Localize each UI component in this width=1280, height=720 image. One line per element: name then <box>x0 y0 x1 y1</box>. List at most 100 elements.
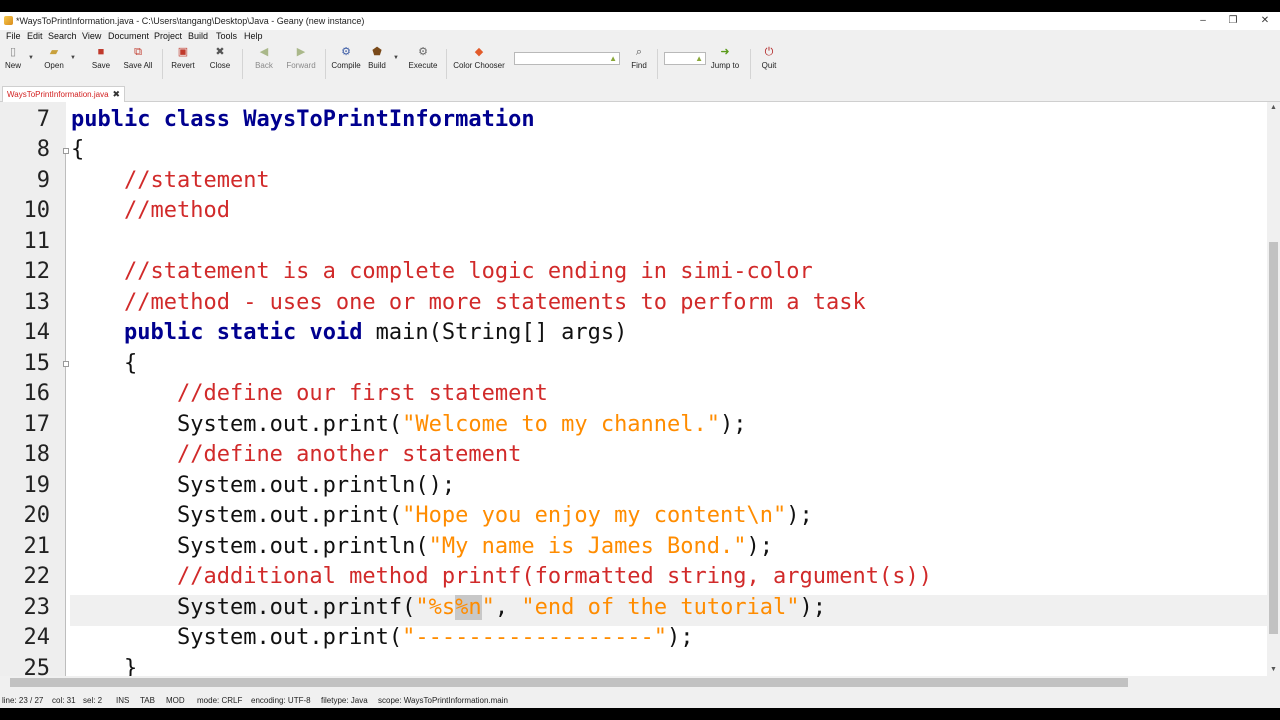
fold-guide <box>65 152 66 676</box>
save-icon: ■ <box>97 46 105 58</box>
open-folder-icon: ▰ <box>49 46 59 58</box>
scroll-up-icon[interactable]: ▲ <box>1267 102 1280 114</box>
toolbar-separator <box>657 49 658 79</box>
minimize-button[interactable]: – <box>1188 12 1218 30</box>
status-mode: mode: CRLF <box>197 696 243 705</box>
horizontal-scrollbar[interactable] <box>0 676 1280 689</box>
jump-to-line-input[interactable]: ▲ <box>664 52 706 65</box>
search-go-icon[interactable]: ▲ <box>609 54 617 63</box>
open-button[interactable]: ▰ Open <box>42 46 66 82</box>
build-icon: ⬟ <box>372 46 382 58</box>
menu-file[interactable]: File <box>6 31 21 41</box>
code-line-22: //additional method printf(formatted str… <box>176 564 932 589</box>
status-scope: scope: WaysToPrintInformation.main <box>378 696 508 705</box>
execute-button[interactable]: ⚙ Execute <box>408 46 438 82</box>
line-number: 15 <box>23 351 51 376</box>
scroll-down-icon[interactable]: ▼ <box>1267 664 1280 676</box>
quit-icon: ⏻ <box>764 46 774 58</box>
code-line-9: //statement <box>123 168 270 193</box>
back-button[interactable]: ◀ Back <box>252 46 276 82</box>
status-line: line: 23 / 27 <box>2 696 44 705</box>
code-line-13: //method - uses one or more statements t… <box>123 290 866 315</box>
maximize-button[interactable]: ❐ <box>1218 12 1248 30</box>
line-number: 19 <box>23 473 51 498</box>
code-line-23: System.out.printf("%s%n", "end of the tu… <box>176 595 827 620</box>
menu-edit[interactable]: Edit <box>27 31 43 41</box>
line-number: 23 <box>23 595 51 620</box>
menu-document[interactable]: Document <box>108 31 149 41</box>
find-magnifier-icon: ⌕ <box>635 46 643 58</box>
geany-app-icon <box>4 16 13 25</box>
vertical-scrollbar[interactable]: ▲ ▼ <box>1267 102 1280 676</box>
code-line-15: { <box>123 351 138 376</box>
new-dropdown-icon[interactable]: ▼ <box>28 55 34 61</box>
code-line-16: //define our first statement <box>176 381 548 406</box>
jump-go-icon[interactable]: ▲ <box>695 54 703 63</box>
build-dropdown-icon[interactable]: ▼ <box>393 55 399 61</box>
new-button[interactable]: ▯ New <box>4 46 22 82</box>
toolbar: ▯ New ▼ ▰ Open ▼ ■ Save ⧉ Save All ▣ Rev… <box>0 43 1280 85</box>
line-number: 10 <box>23 198 51 223</box>
search-input[interactable]: ▲ <box>514 52 620 65</box>
save-button[interactable]: ■ Save <box>90 46 112 82</box>
code-line-21: System.out.println("My name is James Bon… <box>176 534 774 559</box>
horizontal-scroll-thumb[interactable] <box>10 678 1128 687</box>
color-palette-icon: ◆ <box>474 46 484 58</box>
compile-icon: ⚙ <box>341 46 351 58</box>
fold-marker-icon[interactable] <box>63 361 69 367</box>
menu-search[interactable]: Search <box>48 31 77 41</box>
line-number: 25 <box>23 656 51 676</box>
quit-button[interactable]: ⏻ Quit <box>758 46 780 82</box>
menu-tools[interactable]: Tools <box>216 31 237 41</box>
tab-waystoprintinformation[interactable]: WaysToPrintInformation.java ✖ <box>2 86 126 102</box>
line-number: 14 <box>23 320 51 345</box>
status-col: col: 31 <box>52 696 76 705</box>
toolbar-separator <box>325 49 326 79</box>
code-editor[interactable]: 7 8 9 10 11 12 13 14 15 16 17 18 19 20 2… <box>0 102 1280 676</box>
execute-gear-icon: ⚙ <box>418 46 428 58</box>
line-number: 13 <box>23 290 51 315</box>
code-line-20: System.out.print("Hope you enjoy my cont… <box>176 503 813 528</box>
save-all-button[interactable]: ⧉ Save All <box>122 46 154 82</box>
menu-build[interactable]: Build <box>188 31 208 41</box>
open-dropdown-icon[interactable]: ▼ <box>70 55 76 61</box>
toolbar-separator <box>446 49 447 79</box>
code-line-14: public static void main(String[] args) <box>123 320 628 345</box>
line-number: 9 <box>36 168 50 193</box>
line-number: 7 <box>36 107 50 132</box>
build-button[interactable]: ⬟ Build <box>366 46 388 82</box>
status-tab: TAB <box>140 696 155 705</box>
compile-button[interactable]: ⚙ Compile <box>330 46 362 82</box>
status-encoding: encoding: UTF-8 <box>251 696 311 705</box>
line-number: 8 <box>36 137 50 162</box>
tab-close-icon[interactable]: ✖ <box>113 89 121 99</box>
geany-window: *WaysToPrintInformation.java - C:\Users\… <box>0 12 1280 708</box>
forward-button[interactable]: ▶ Forward <box>284 46 318 82</box>
close-window-button[interactable]: ✕ <box>1250 12 1280 30</box>
revert-button[interactable]: ▣ Revert <box>170 46 196 82</box>
fold-marker-icon[interactable] <box>63 148 69 154</box>
color-chooser-button[interactable]: ◆ Color Chooser <box>452 46 506 82</box>
code-line-8: { <box>71 137 85 162</box>
jump-to-button[interactable]: ➜ Jump to <box>708 46 742 82</box>
menu-view[interactable]: View <box>82 31 101 41</box>
tab-label: WaysToPrintInformation.java <box>7 90 109 99</box>
toolbar-separator <box>750 49 751 79</box>
find-button[interactable]: ⌕ Find <box>628 46 650 82</box>
revert-icon: ▣ <box>177 46 189 58</box>
status-filetype: filetype: Java <box>321 696 368 705</box>
close-icon: ✖ <box>215 46 225 58</box>
code-line-17: System.out.print("Welcome to my channel.… <box>176 412 747 437</box>
close-button[interactable]: ✖ Close <box>208 46 232 82</box>
code-line-24: System.out.print("------------------"); <box>176 625 694 650</box>
vertical-scroll-thumb[interactable] <box>1269 242 1278 634</box>
line-number: 12 <box>23 259 51 284</box>
menu-project[interactable]: Project <box>154 31 182 41</box>
line-number: 16 <box>23 381 51 406</box>
line-number: 21 <box>23 534 51 559</box>
menu-bar: File Edit Search View Document Project B… <box>0 30 1280 43</box>
window-title: *WaysToPrintInformation.java - C:\Users\… <box>16 16 365 26</box>
line-number: 24 <box>23 625 51 650</box>
menu-help[interactable]: Help <box>244 31 263 41</box>
arrow-right-icon: ▶ <box>296 46 306 58</box>
